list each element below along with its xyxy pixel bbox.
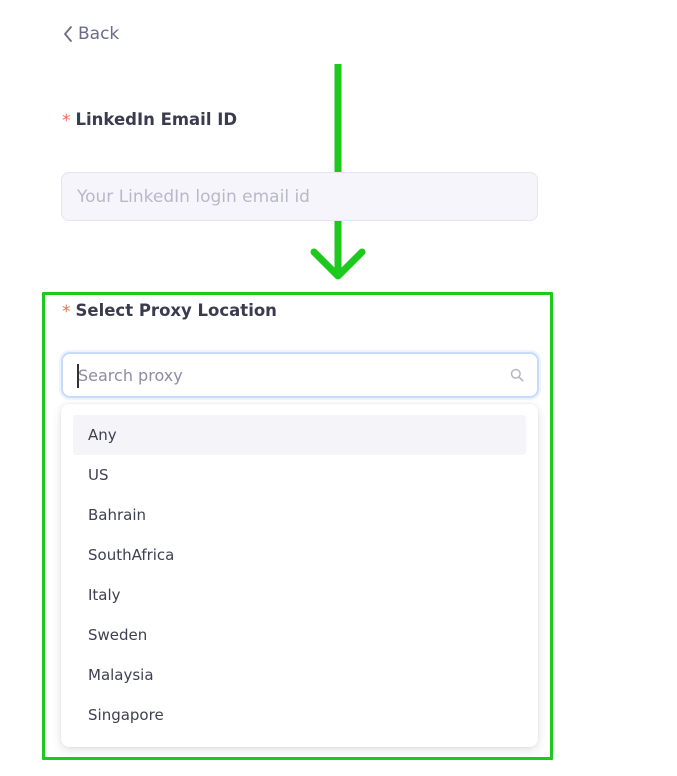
proxy-option-malaysia[interactable]: Malaysia: [73, 655, 526, 695]
proxy-option-singapore[interactable]: Singapore: [73, 695, 526, 735]
email-field-label: * LinkedIn Email ID: [62, 109, 238, 132]
proxy-field-label: * Select Proxy Location: [62, 300, 277, 323]
proxy-option-bahrain[interactable]: Bahrain: [73, 495, 526, 535]
chevron-left-icon: [64, 26, 72, 42]
required-mark: *: [62, 302, 71, 322]
text-caret: [77, 364, 79, 388]
proxy-option-southafrica[interactable]: SouthAfrica: [73, 535, 526, 575]
required-mark: *: [62, 111, 71, 131]
back-label: Back: [78, 24, 120, 44]
proxy-option-italy[interactable]: Italy: [73, 575, 526, 615]
proxy-option-us[interactable]: US: [73, 455, 526, 495]
proxy-dropdown-menu: Any US Bahrain SouthAfrica Italy Sweden …: [61, 404, 538, 747]
email-input[interactable]: [61, 172, 538, 221]
proxy-search-input[interactable]: [63, 354, 537, 396]
search-icon: [510, 368, 524, 382]
proxy-option-any[interactable]: Any: [73, 415, 526, 455]
back-button[interactable]: Back: [62, 24, 119, 44]
proxy-option-sweden[interactable]: Sweden: [73, 615, 526, 655]
proxy-search-box[interactable]: [61, 352, 539, 398]
proxy-label-text: Select Proxy Location: [75, 300, 277, 320]
email-label-text: LinkedIn Email ID: [75, 109, 238, 129]
